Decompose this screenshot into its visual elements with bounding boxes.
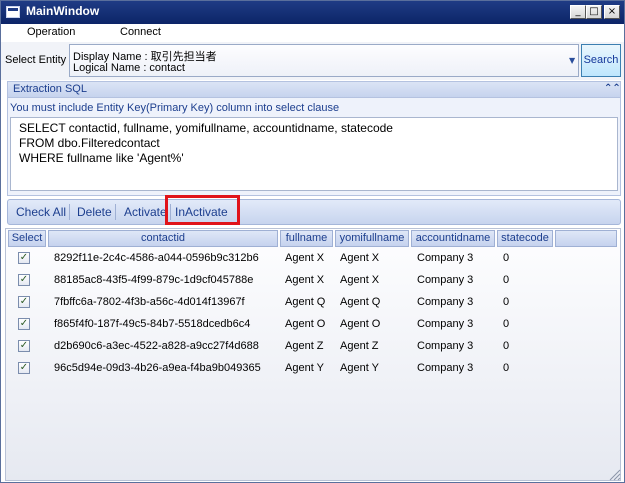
- menu-bar: Operation Connect: [1, 24, 624, 42]
- maximize-button[interactable]: □: [586, 5, 602, 19]
- cell-contactid: 8292f11e-2c4c-4586-a044-0596b9c312b6: [54, 252, 259, 264]
- table-row[interactable]: ✓ 96c5d94e-09d3-4b26-a9ea-f4ba9b049365 A…: [6, 358, 616, 380]
- primary-key-note: You must include Entity Key(Primary Key)…: [10, 102, 340, 114]
- cell-statecode: 0: [503, 318, 510, 330]
- extraction-sql-panel: You must include Entity Key(Primary Key)…: [7, 98, 621, 196]
- column-header-yomifullname[interactable]: yomifullname: [335, 230, 409, 247]
- cell-fullname: Agent Z: [285, 340, 324, 352]
- cell-yomifullname: Agent Z: [340, 340, 379, 352]
- row-select-checkbox[interactable]: ✓: [18, 340, 30, 352]
- column-header-contactid[interactable]: contactid: [48, 230, 278, 247]
- column-header-statecode[interactable]: statecode: [497, 230, 553, 247]
- cell-yomifullname: Agent X: [340, 252, 380, 264]
- results-grid: Select contactid fullname yomifullname a…: [5, 228, 621, 481]
- cell-fullname: Agent X: [285, 252, 325, 264]
- sql-line-from: FROM dbo.Filteredcontact: [19, 136, 160, 150]
- entity-combobox[interactable]: Display Name : 取引先担当者 Logical Name : con…: [69, 44, 579, 77]
- check-all-button[interactable]: Check All: [13, 204, 71, 220]
- entity-selector-row: Select Entity Display Name : 取引先担当者 Logi…: [1, 42, 624, 80]
- window-icon: [6, 6, 20, 18]
- cell-contactid: 88185ac8-43f5-4f99-879c-1d9cf045788e: [54, 274, 254, 286]
- cell-fullname: Agent X: [285, 274, 325, 286]
- cell-accountidname: Company 3: [417, 318, 474, 330]
- cell-contactid: 96c5d94e-09d3-4b26-a9ea-f4ba9b049365: [54, 362, 261, 374]
- column-header-select[interactable]: Select: [8, 230, 46, 247]
- resize-grip-icon[interactable]: [607, 467, 621, 481]
- window-title: MainWindow: [26, 4, 100, 18]
- table-row[interactable]: ✓ 88185ac8-43f5-4f99-879c-1d9cf045788e A…: [6, 270, 616, 292]
- row-select-checkbox[interactable]: ✓: [18, 252, 30, 264]
- cell-statecode: 0: [503, 296, 510, 308]
- extraction-sql-title: Extraction SQL: [13, 83, 87, 95]
- cell-yomifullname: Agent Q: [340, 296, 381, 308]
- cell-yomifullname: Agent Y: [340, 362, 379, 374]
- column-header-filler: [555, 230, 617, 247]
- inactivate-highlight-box: [165, 195, 240, 225]
- cell-yomifullname: Agent X: [340, 274, 380, 286]
- action-toolbar: Check All Delete Activate InActivate: [7, 199, 621, 225]
- cell-accountidname: Company 3: [417, 274, 474, 286]
- sql-line-select: SELECT contactid, fullname, yomifullname…: [19, 121, 393, 135]
- cell-statecode: 0: [503, 362, 510, 374]
- select-entity-label: Select Entity: [5, 54, 67, 66]
- delete-button[interactable]: Delete: [74, 204, 116, 220]
- cell-accountidname: Company 3: [417, 296, 474, 308]
- close-button[interactable]: ×: [604, 5, 620, 19]
- cell-contactid: f865f4f0-187f-49c5-84b7-5518dcedb6c4: [54, 318, 251, 330]
- column-header-accountidname[interactable]: accountidname: [411, 230, 495, 247]
- row-select-checkbox[interactable]: ✓: [18, 362, 30, 374]
- main-window: MainWindow _ □ × Operation Connect Selec…: [0, 0, 625, 483]
- column-header-fullname[interactable]: fullname: [280, 230, 333, 247]
- extraction-sql-expander[interactable]: Extraction SQL ⌃⌃: [7, 81, 621, 98]
- table-row[interactable]: ✓ f865f4f0-187f-49c5-84b7-5518dcedb6c4 A…: [6, 314, 616, 336]
- cell-fullname: Agent Y: [285, 362, 324, 374]
- table-row[interactable]: ✓ d2b690c6-a3ec-4522-a828-a9cc27f4d688 A…: [6, 336, 616, 358]
- minimize-button[interactable]: _: [570, 5, 586, 19]
- cell-statecode: 0: [503, 274, 510, 286]
- menu-operation[interactable]: Operation: [27, 26, 75, 38]
- triangle-down-icon[interactable]: ▼: [569, 56, 575, 65]
- cell-accountidname: Company 3: [417, 362, 474, 374]
- table-row[interactable]: ✓ 8292f11e-2c4c-4586-a044-0596b9c312b6 A…: [6, 248, 616, 270]
- double-chevron-up-icon[interactable]: ⌃⌃: [604, 83, 621, 94]
- cell-statecode: 0: [503, 340, 510, 352]
- activate-button[interactable]: Activate: [121, 204, 171, 220]
- row-select-checkbox[interactable]: ✓: [18, 318, 30, 330]
- table-row[interactable]: ✓ 7fbffc6a-7802-4f3b-a56c-4d014f13967f A…: [6, 292, 616, 314]
- cell-statecode: 0: [503, 252, 510, 264]
- cell-contactid: d2b690c6-a3ec-4522-a828-a9cc27f4d688: [54, 340, 259, 352]
- entity-logical-name: Logical Name : contact: [73, 62, 185, 74]
- cell-contactid: 7fbffc6a-7802-4f3b-a56c-4d014f13967f: [54, 296, 245, 308]
- cell-fullname: Agent O: [285, 318, 326, 330]
- search-button[interactable]: Search: [581, 44, 621, 77]
- title-bar[interactable]: MainWindow _ □ ×: [1, 1, 624, 24]
- sql-textbox[interactable]: SELECT contactid, fullname, yomifullname…: [10, 117, 618, 191]
- row-select-checkbox[interactable]: ✓: [18, 274, 30, 286]
- cell-yomifullname: Agent O: [340, 318, 381, 330]
- cell-fullname: Agent Q: [285, 296, 326, 308]
- row-select-checkbox[interactable]: ✓: [18, 296, 30, 308]
- cell-accountidname: Company 3: [417, 340, 474, 352]
- sql-line-where: WHERE fullname like 'Agent%': [19, 151, 184, 165]
- menu-connect[interactable]: Connect: [120, 26, 161, 38]
- cell-accountidname: Company 3: [417, 252, 474, 264]
